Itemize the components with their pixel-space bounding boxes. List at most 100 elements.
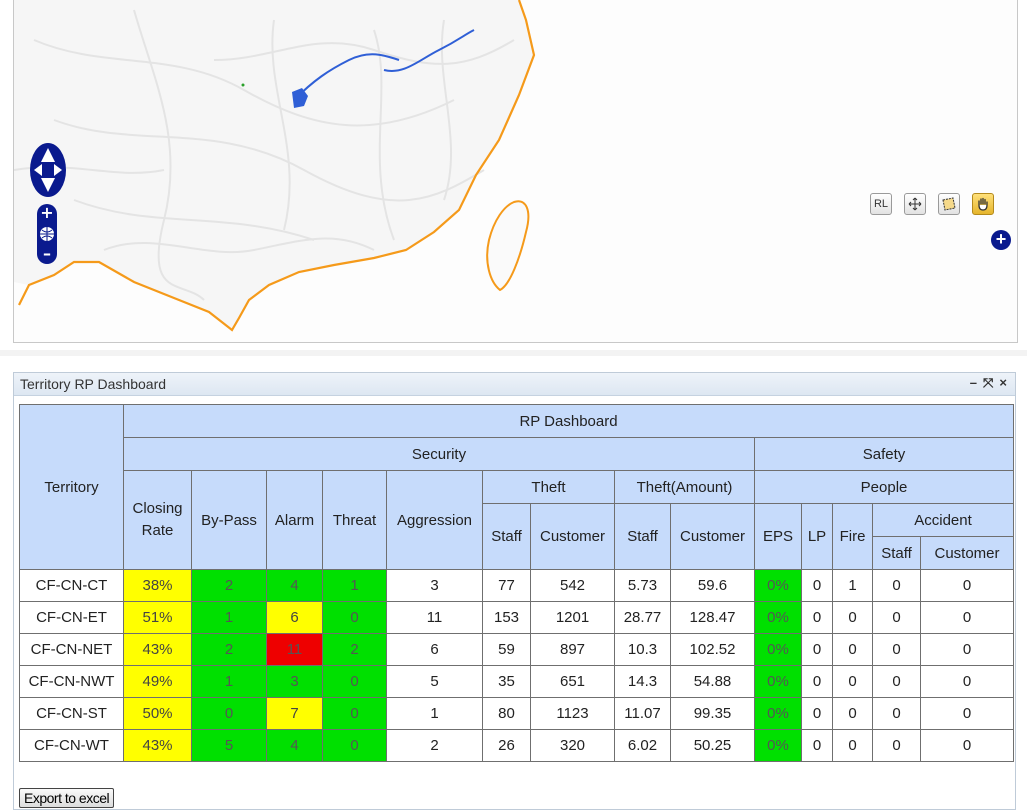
cell-theft-staff: 77: [482, 569, 531, 602]
cell-theft-customer: 897: [530, 633, 615, 666]
green-marker: [241, 83, 245, 87]
cell-threat: 0: [322, 729, 387, 762]
cell-by-pass: 5: [191, 729, 267, 762]
cell-amount-staff: 14.3: [614, 665, 671, 698]
header-safety: Safety: [753, 437, 1015, 471]
cell-alarm: 11: [266, 633, 323, 666]
table-row: CF-CN-ET 51% 1 6 0 11 153 1201 28.77 128.47 0% 0 0 0 0: [19, 601, 1015, 634]
plus-circle-icon[interactable]: +: [991, 230, 1011, 250]
hand-tool-button[interactable]: [972, 193, 994, 215]
table-row: CF-CN-NWT 49% 1 3 0 5 35 651 14.3 54.88 0% 0 0 0 0: [19, 665, 1015, 698]
cell-by-pass: 0: [191, 697, 267, 730]
select-area-tool-button[interactable]: [938, 193, 960, 215]
cell-eps: 0%: [754, 729, 802, 762]
cell-theft-staff: 35: [482, 665, 531, 698]
header-theft-staff: Staff: [482, 503, 531, 570]
cell-amount-customer: 102.52: [670, 633, 755, 666]
window-controls: – ⤧ ×: [970, 375, 1007, 391]
maximize-icon[interactable]: ⤧: [983, 375, 993, 391]
cell-by-pass: 2: [191, 569, 267, 602]
cell-lp: 0: [801, 665, 833, 698]
cell-aggression: 2: [386, 729, 483, 762]
hand-icon: [978, 197, 988, 211]
cell-accident-staff: 0: [872, 569, 921, 602]
export-to-excel-button[interactable]: Export to excel: [19, 788, 115, 808]
cell-closing-rate: 50%: [123, 697, 192, 730]
map-toolbar: RL: [870, 193, 994, 215]
cell-by-pass: 1: [191, 601, 267, 634]
map-panel[interactable]: + – RL +: [13, 0, 1018, 343]
dashboard-title: Territory RP Dashboard: [20, 376, 167, 392]
cell-theft-staff: 153: [482, 601, 531, 634]
rl-tool-button[interactable]: RL: [870, 193, 892, 215]
cell-closing-rate: 51%: [123, 601, 192, 634]
cell-fire: 1: [832, 569, 873, 602]
header-by-pass: By-Pass: [191, 470, 267, 570]
cell-accident-customer: 0: [919, 697, 1015, 730]
cell-fire: 0: [832, 601, 873, 634]
cell-closing-rate: 49%: [123, 665, 192, 698]
cell-alarm: 6: [266, 601, 323, 634]
cell-theft-staff: 59: [482, 633, 531, 666]
table-row: CF-CN-WT 43% 5 4 0 2 26 320 6.02 50.25 0% 0 0 0 0: [19, 729, 1015, 762]
cell-accident-staff: 0: [872, 665, 921, 698]
cell-amount-customer: 128.47: [670, 601, 755, 634]
cell-accident-staff: 0: [872, 729, 921, 762]
rp-dashboard-table: Territory RP Dashboard Security Safety C…: [19, 404, 1015, 762]
header-eps: EPS: [754, 503, 802, 570]
table-row: CF-CN-NET 43% 2 11 2 6 59 897 10.3 102.52 0% 0 0 0 0: [19, 633, 1015, 666]
header-accident: Accident: [871, 503, 1015, 537]
cell-amount-customer: 50.25: [670, 729, 755, 762]
cell-territory: CF-CN-ET: [19, 601, 124, 634]
header-people: People: [753, 470, 1015, 504]
map-canvas[interactable]: [14, 0, 1017, 342]
polygon-select-icon: [942, 197, 956, 211]
cell-theft-customer: 542: [530, 569, 615, 602]
header-territory: Territory: [19, 404, 124, 570]
cell-amount-customer: 54.88: [670, 665, 755, 698]
cell-accident-customer: 0: [919, 665, 1015, 698]
cell-theft-customer: 1123: [530, 697, 615, 730]
cell-amount-staff: 5.73: [614, 569, 671, 602]
svg-text:–: –: [43, 244, 51, 263]
cell-accident-staff: 0: [872, 633, 921, 666]
cell-accident-customer: 0: [919, 633, 1015, 666]
cell-theft-customer: 320: [530, 729, 615, 762]
cell-amount-staff: 28.77: [614, 601, 671, 634]
cell-aggression: 11: [386, 601, 483, 634]
close-icon[interactable]: ×: [999, 375, 1007, 391]
cell-alarm: 4: [266, 569, 323, 602]
header-amount-staff: Staff: [614, 503, 671, 570]
minimize-icon[interactable]: –: [970, 375, 977, 391]
cell-aggression: 3: [386, 569, 483, 602]
cell-accident-customer: 0: [919, 729, 1015, 762]
cell-amount-customer: 99.35: [670, 697, 755, 730]
cell-fire: 0: [832, 633, 873, 666]
cell-eps: 0%: [754, 665, 802, 698]
cell-fire: 0: [832, 729, 873, 762]
cell-theft-staff: 26: [482, 729, 531, 762]
move-icon: [908, 197, 922, 211]
header-security: Security: [123, 437, 755, 471]
pan-arrows-icon[interactable]: [28, 140, 68, 200]
cell-accident-customer: 0: [919, 569, 1015, 602]
zoom-bar-icon[interactable]: + –: [35, 204, 59, 264]
cell-theft-customer: 1201: [530, 601, 615, 634]
cell-fire: 0: [832, 665, 873, 698]
taiwan-island: [486, 200, 530, 292]
cell-threat: 1: [322, 569, 387, 602]
cell-territory: CF-CN-WT: [19, 729, 124, 762]
pan-tool-button[interactable]: [904, 193, 926, 215]
cell-closing-rate: 38%: [123, 569, 192, 602]
dashboard-panel: Territory RP Dashboard – ⤧ × Territory R…: [13, 372, 1016, 810]
header-accident-staff: Staff: [872, 536, 921, 570]
header-rp-dashboard: RP Dashboard: [122, 404, 1015, 438]
header-threat: Threat: [322, 470, 387, 570]
cell-amount-customer: 59.6: [670, 569, 755, 602]
cell-theft-staff: 80: [482, 697, 531, 730]
cell-eps: 0%: [754, 697, 802, 730]
cell-threat: 0: [322, 601, 387, 634]
cell-theft-customer: 651: [530, 665, 615, 698]
cell-eps: 0%: [754, 569, 802, 602]
cell-closing-rate: 43%: [123, 729, 192, 762]
